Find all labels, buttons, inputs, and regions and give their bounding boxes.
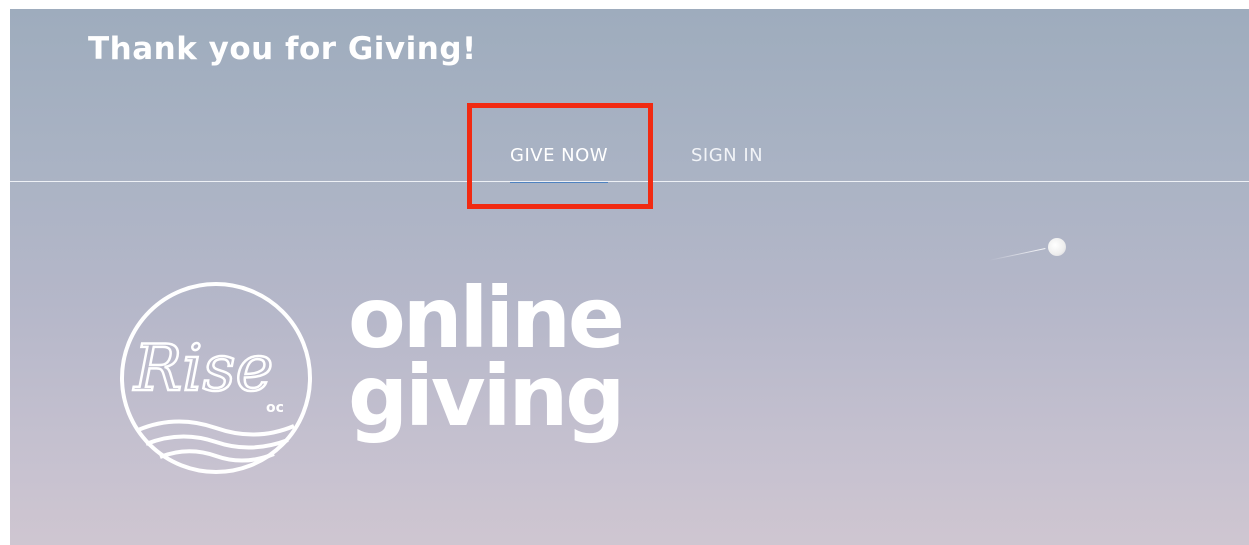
rise-oc-logo-icon: Rise oc	[120, 282, 312, 474]
wordmark-line-giving: giving	[348, 347, 625, 445]
wordmark-line-online: online	[348, 269, 625, 367]
moon-image	[1048, 238, 1066, 256]
meteor-streak	[988, 247, 1046, 262]
tab-sign-in-label: SIGN IN	[691, 145, 764, 166]
page-title: Thank you for Giving!	[88, 31, 477, 67]
highlight-box	[467, 103, 653, 209]
online-giving-wordmark: online giving	[348, 269, 625, 445]
logo-sub-text: oc	[266, 400, 284, 416]
hero-banner: Thank you for Giving! GIVE NOW SIGN IN R…	[10, 9, 1249, 545]
logo-script-text: Rise	[133, 332, 273, 406]
tab-sign-in[interactable]: SIGN IN	[691, 145, 763, 166]
